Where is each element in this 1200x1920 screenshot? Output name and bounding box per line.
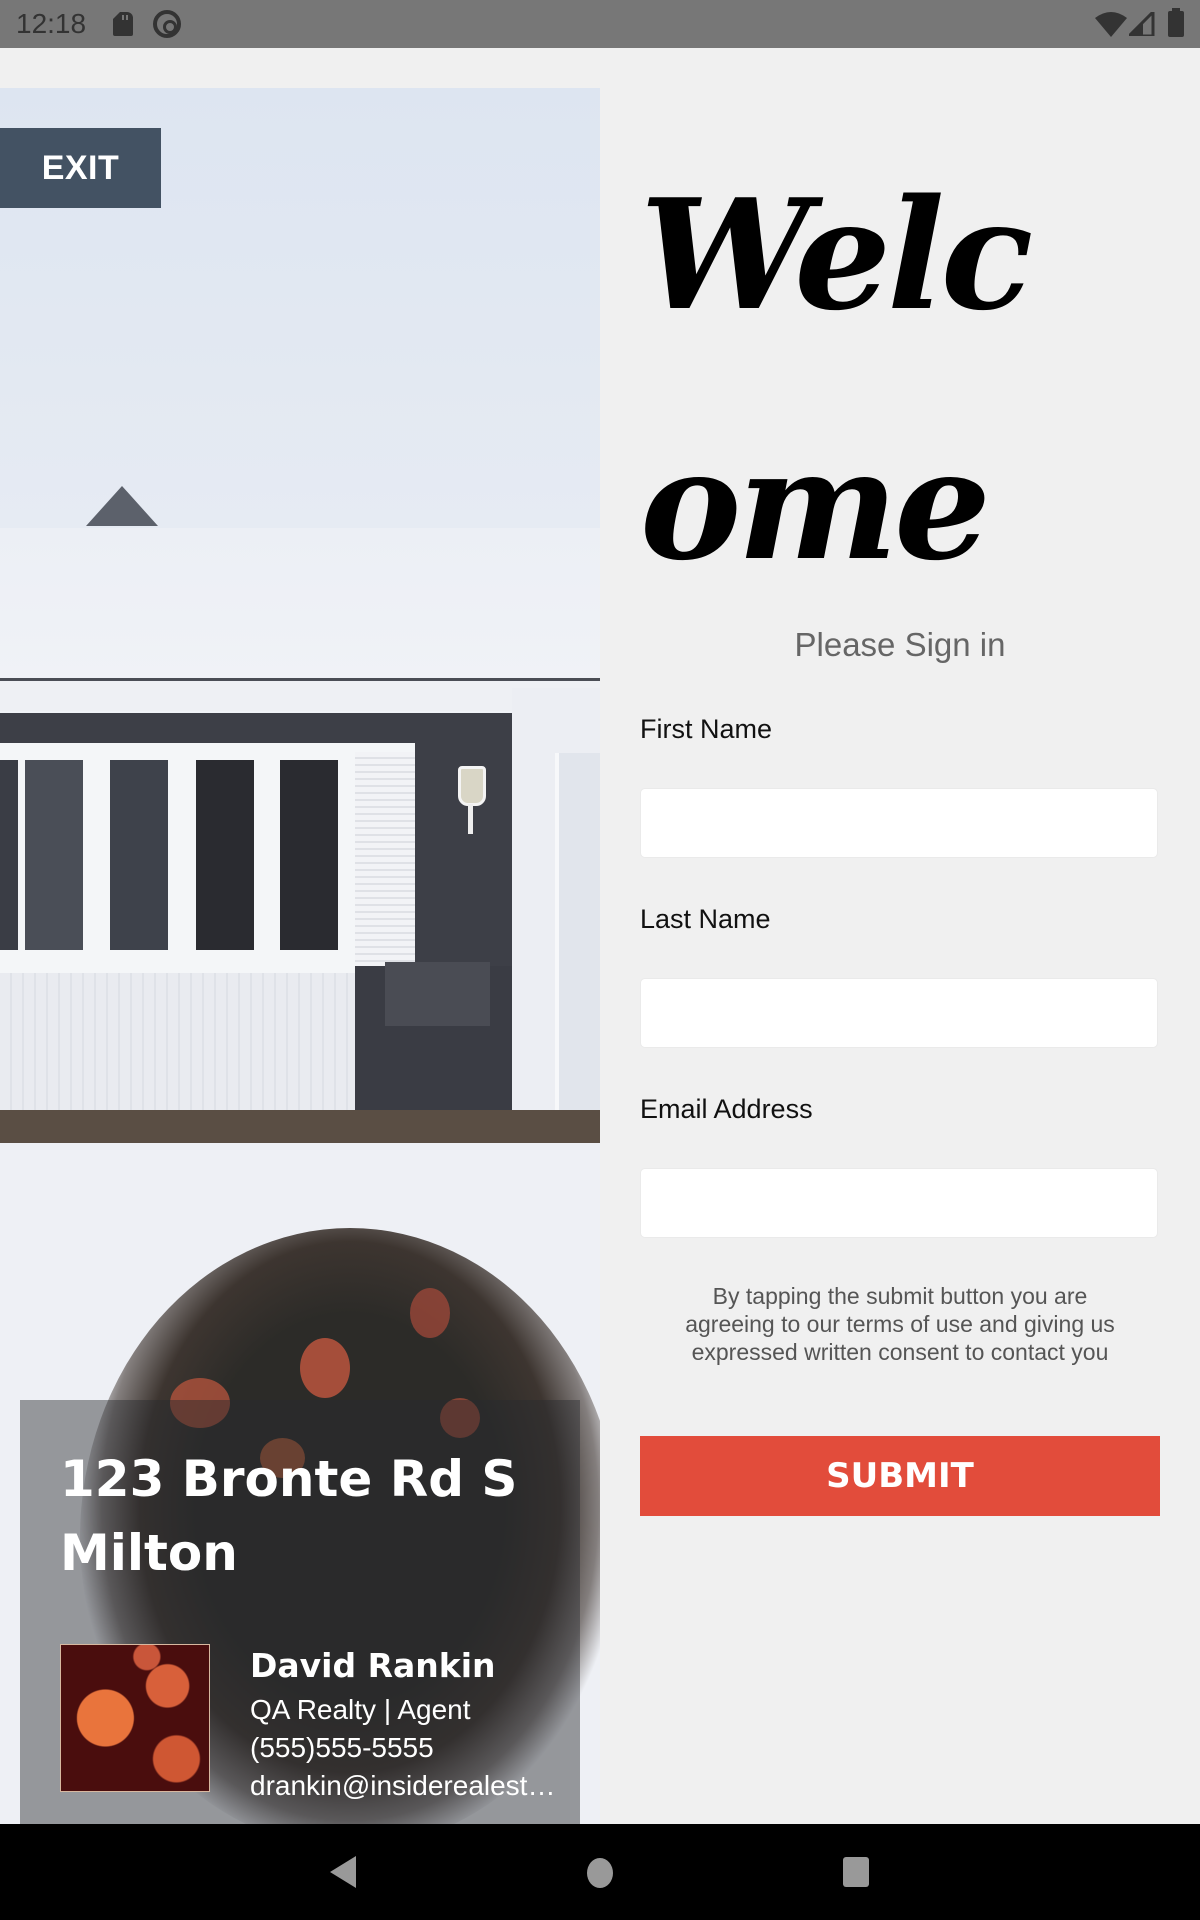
sign-in-heading: Please Sign in — [794, 626, 1006, 663]
photo-door — [555, 753, 600, 1143]
photo-roof-vent — [86, 486, 158, 526]
photo-berries — [410, 1288, 450, 1338]
status-bar: 12:18 — [0, 0, 1200, 48]
back-icon[interactable] — [330, 1856, 356, 1888]
agent-phone[interactable]: (555)555-5555 — [250, 1732, 434, 1764]
photo-window-pane — [0, 760, 18, 950]
email-input[interactable] — [640, 1168, 1158, 1238]
agent-avatar — [60, 1644, 210, 1792]
photo-shutter — [355, 752, 415, 974]
welcome-title: Welcome — [640, 165, 1033, 594]
sign-in-screen: 12:18 EXIT 123 Bronte Rd S Milton David … — [0, 0, 1200, 1920]
email-label: Email Address — [640, 1094, 813, 1124]
first-name-input[interactable] — [640, 788, 1158, 858]
q-icon — [153, 10, 181, 38]
last-name-input[interactable] — [640, 978, 1158, 1048]
photo-meter-box — [385, 962, 490, 1026]
battery-icon — [1168, 8, 1184, 37]
home-icon[interactable] — [587, 1858, 613, 1888]
sd-card-icon — [113, 12, 133, 36]
photo-window-pane — [110, 760, 168, 950]
agent-email[interactable]: drankin@insiderealestat... — [250, 1770, 570, 1802]
exit-button[interactable]: EXIT — [0, 128, 161, 208]
photo-lamp-stem — [468, 804, 473, 834]
agent-company-role: QA Realty | Agent — [250, 1694, 471, 1725]
last-name-label: Last Name — [640, 904, 771, 934]
consent-text: By tapping the submit button you are agr… — [685, 1283, 1115, 1365]
address-line-1: 123 Bronte Rd S — [60, 1450, 518, 1508]
photo-window-pane — [280, 760, 338, 950]
signal-icon — [1129, 12, 1155, 36]
address-line-2: Milton — [60, 1524, 238, 1582]
property-address: 123 Bronte Rd S Milton — [60, 1442, 580, 1590]
status-time: 12:18 — [16, 8, 87, 39]
photo-lamp — [458, 766, 486, 806]
wifi-icon — [1095, 12, 1127, 37]
submit-button[interactable]: SUBMIT — [640, 1436, 1160, 1516]
photo-wall — [0, 681, 600, 711]
photo-window-pane — [25, 760, 83, 950]
first-name-label: First Name — [640, 714, 773, 744]
agent-name: David Rankin — [250, 1646, 496, 1685]
photo-window-pane — [196, 760, 254, 950]
recents-icon[interactable] — [843, 1857, 869, 1887]
photo-berries — [300, 1338, 350, 1398]
